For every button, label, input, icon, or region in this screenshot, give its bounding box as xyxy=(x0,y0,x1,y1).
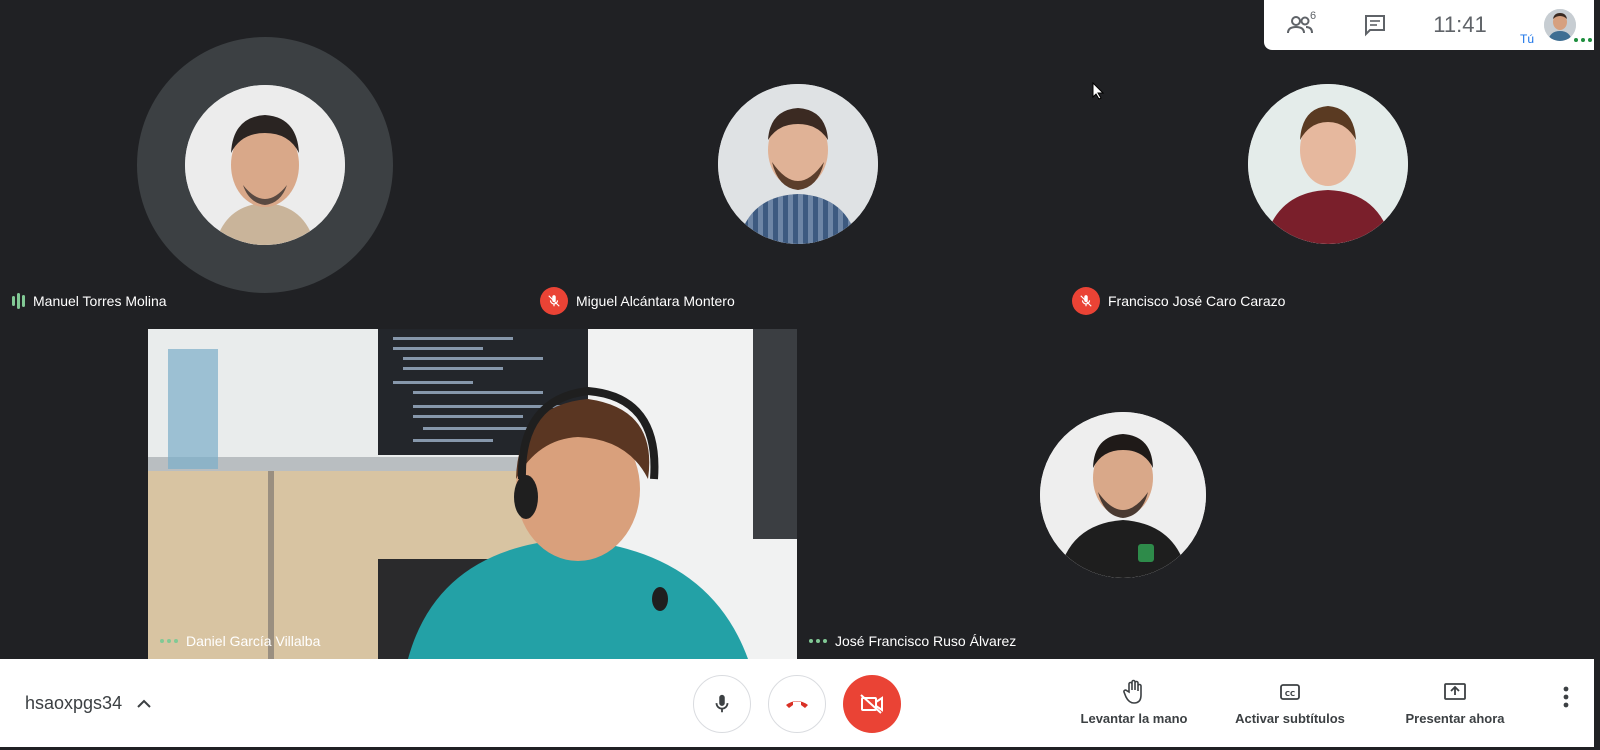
participant-name: José Francisco Ruso Álvarez xyxy=(835,633,1017,649)
avatar-container xyxy=(1248,84,1408,244)
avatar-container xyxy=(137,37,393,293)
meeting-details-button[interactable]: hsaoxpgs34 xyxy=(25,693,152,714)
microphone-button[interactable] xyxy=(693,675,751,733)
participants-button[interactable]: 6 xyxy=(1264,0,1338,50)
participant-tile[interactable]: Miguel Alcántara Montero xyxy=(532,0,1064,329)
meeting-stage: Manuel Torres Molina Miguel Alcántara Mo… xyxy=(0,0,1600,659)
present-now-button[interactable]: Presentar ahora xyxy=(1400,679,1510,726)
self-label: Tú xyxy=(1520,32,1535,46)
captions-label: Activar subtítulos xyxy=(1235,711,1345,726)
avatar xyxy=(718,84,878,244)
video-feed xyxy=(148,329,797,659)
hang-up-icon xyxy=(786,701,808,708)
leave-call-button[interactable] xyxy=(768,675,826,733)
more-options-button[interactable] xyxy=(1562,685,1570,714)
avatar xyxy=(185,85,345,245)
self-more-dots-icon[interactable] xyxy=(1574,38,1592,42)
present-label: Presentar ahora xyxy=(1405,711,1505,726)
participant-name-row: Miguel Alcántara Montero xyxy=(540,287,735,315)
participant-name: Francisco José Caro Carazo xyxy=(1108,293,1286,309)
mouse-cursor-icon xyxy=(1092,82,1104,100)
present-screen-icon xyxy=(1444,683,1466,700)
camera-toggle-button[interactable] xyxy=(843,675,901,733)
participant-tile[interactable]: José Francisco Ruso Álvarez xyxy=(797,329,1447,659)
avatar xyxy=(1040,412,1206,578)
participant-name-row: José Francisco Ruso Álvarez xyxy=(809,633,1016,649)
hand-icon xyxy=(1123,679,1142,704)
bottom-control-bar: hsaoxpgs34 Levantar la mano CC Activar s… xyxy=(0,659,1594,747)
self-avatar xyxy=(1544,9,1576,41)
more-dots-icon xyxy=(160,639,178,643)
participant-name-row: Francisco José Caro Carazo xyxy=(1072,287,1285,315)
participant-name-row: Manuel Torres Molina xyxy=(12,293,167,309)
raise-hand-label: Levantar la mano xyxy=(1080,711,1188,726)
captions-icon: CC xyxy=(1280,684,1300,700)
captions-button[interactable]: CC Activar subtítulos xyxy=(1230,679,1350,726)
more-dots-icon xyxy=(809,639,827,643)
participant-tile[interactable]: Manuel Torres Molina xyxy=(0,0,532,329)
participant-video-tile[interactable]: Daniel García Villalba xyxy=(148,329,797,659)
chevron-up-icon xyxy=(137,699,151,708)
participant-name: Daniel García Villalba xyxy=(186,633,321,649)
chat-icon xyxy=(1365,15,1385,37)
top-info-bar: 6 11:41 Tú xyxy=(1264,0,1594,50)
clock: 11:41 xyxy=(1433,12,1487,37)
avatar-container xyxy=(1040,412,1206,578)
participant-name: Manuel Torres Molina xyxy=(33,293,167,309)
svg-text:CC: CC xyxy=(1285,690,1295,698)
camera-off-icon xyxy=(860,694,883,714)
chat-button[interactable] xyxy=(1338,0,1412,50)
mic-off-icon xyxy=(540,287,568,315)
participant-name-row: Daniel García Villalba xyxy=(160,633,320,649)
meeting-code: hsaoxpgs34 xyxy=(25,693,123,713)
raise-hand-button[interactable]: Levantar la mano xyxy=(1078,679,1190,726)
mic-off-icon xyxy=(1072,287,1100,315)
more-vert-icon xyxy=(1563,686,1569,708)
avatar xyxy=(1248,84,1408,244)
self-view[interactable]: Tú xyxy=(1508,0,1592,50)
speaking-indicator-icon xyxy=(12,293,25,309)
participant-count: 6 xyxy=(1310,10,1317,22)
mic-icon xyxy=(715,694,729,713)
participant-name: Miguel Alcántara Montero xyxy=(576,293,735,309)
avatar-container xyxy=(718,84,878,244)
